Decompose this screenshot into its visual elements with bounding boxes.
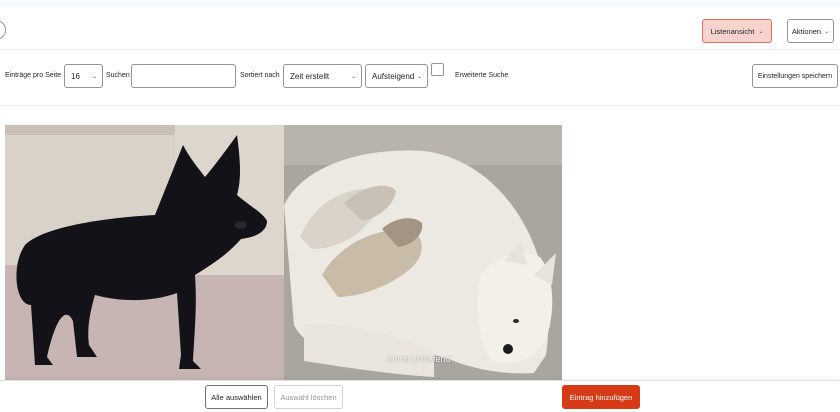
- per-page-label: Einträge pro Seite: [5, 72, 62, 79]
- sort-field-value: Zeit erstellt: [290, 71, 330, 81]
- sleeping-dog-photo: [284, 125, 562, 381]
- chevron-down-icon: ⌄: [824, 28, 830, 35]
- add-entry-button[interactable]: Eintrag hinzufügen: [562, 385, 640, 409]
- view-mode-dropdown[interactable]: Listenansicht ⌄: [702, 19, 772, 43]
- divider: [0, 105, 840, 106]
- select-all-button[interactable]: Alle auswählen: [205, 385, 268, 409]
- actions-dropdown[interactable]: Aktionen ⌄: [787, 19, 834, 43]
- per-page-value: 16: [71, 71, 80, 81]
- chevron-down-icon: ⌄: [91, 74, 97, 80]
- sticky-footer: Alle auswählen Auswahl löschen Eintrag h…: [0, 380, 840, 412]
- chevron-down-icon: ⌄: [350, 74, 356, 80]
- clear-selection-label: Auswahl löschen: [280, 392, 337, 402]
- sort-field-select[interactable]: Zeit erstellt ⌄: [283, 64, 362, 88]
- view-mode-label: Listenansicht: [710, 26, 755, 36]
- entry-image[interactable]: [5, 125, 284, 381]
- entry-caption: Hund schlafend: [388, 354, 451, 364]
- clear-selection-button[interactable]: Auswahl löschen: [274, 385, 343, 409]
- select-all-label: Alle auswählen: [211, 392, 262, 402]
- advanced-search-checkbox[interactable]: [431, 63, 444, 76]
- save-settings-button[interactable]: Einstellungen speichern: [752, 64, 838, 88]
- sort-order-select[interactable]: Aufsteigend ⌄: [365, 64, 428, 88]
- chevron-down-icon: ⌄: [758, 28, 764, 35]
- entry-image[interactable]: Hund schlafend: [284, 125, 562, 381]
- sort-by-label: Sortiert nach: [240, 72, 280, 79]
- add-entry-label: Eintrag hinzufügen: [569, 392, 633, 402]
- collapse-toggle[interactable]: [0, 20, 6, 40]
- chevron-down-icon: ⌄: [416, 74, 422, 80]
- sort-order-value: Aufsteigend: [372, 71, 415, 81]
- divider: [0, 49, 840, 50]
- advanced-search-label: Erweiterte Suche: [455, 72, 509, 79]
- search-input[interactable]: [131, 64, 236, 88]
- black-dog-photo: [5, 125, 284, 381]
- per-page-select[interactable]: 16 ⌄: [64, 64, 103, 88]
- search-label: Suchen: [106, 72, 130, 79]
- save-settings-label: Einstellungen speichern: [757, 72, 833, 80]
- top-strip: [0, 0, 840, 7]
- actions-label: Aktionen: [791, 26, 822, 36]
